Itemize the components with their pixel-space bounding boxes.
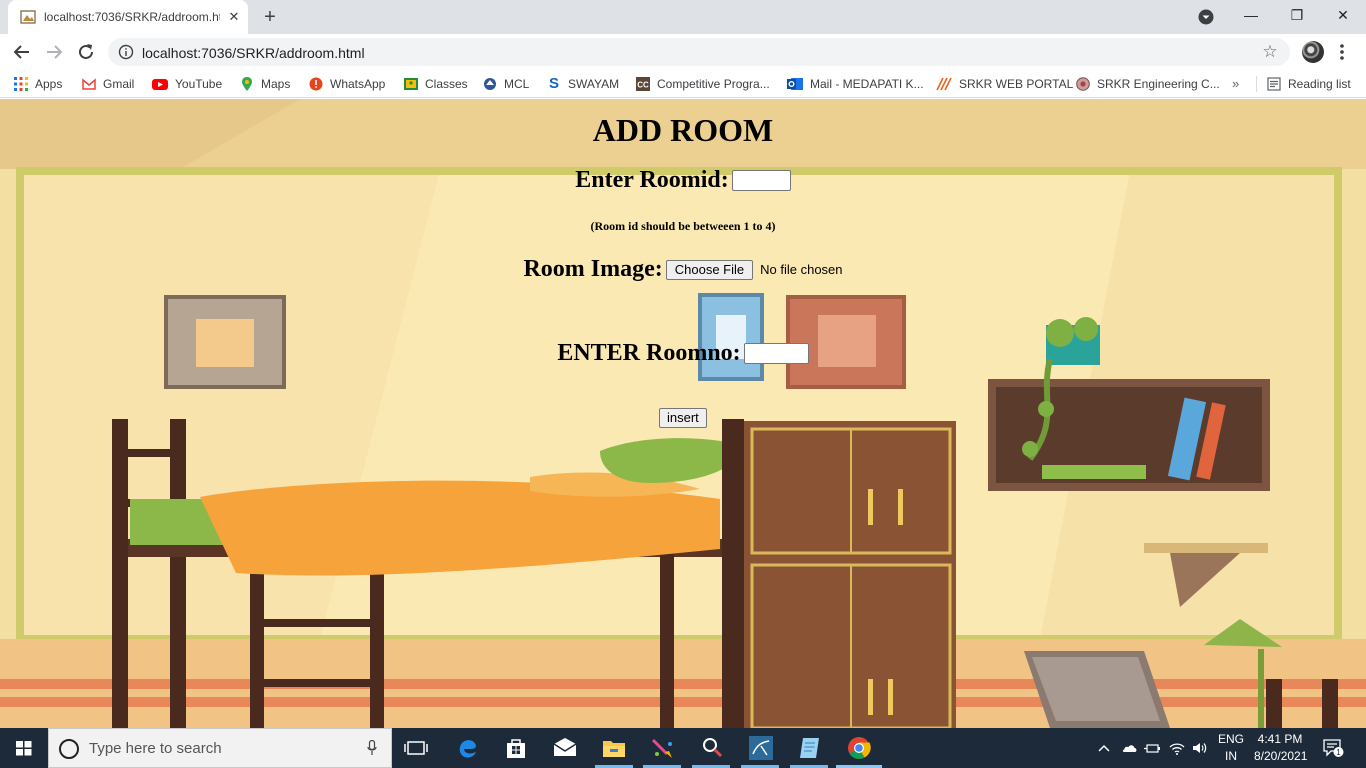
- roomno-label: ENTER Roomno:: [557, 340, 741, 366]
- page-viewport: ADD ROOM Enter Roomid: (Room id should b…: [0, 99, 1366, 728]
- edge-browser-icon[interactable]: [454, 734, 482, 762]
- youtube-icon: [152, 79, 168, 90]
- gmail-icon: [82, 78, 96, 90]
- room-image-label: Room Image:: [523, 256, 663, 282]
- roomno-input[interactable]: [743, 343, 809, 364]
- clock-time: 4:41 PM: [1257, 732, 1303, 746]
- room-image-row: Room Image: Choose File No file chosen: [0, 256, 1366, 283]
- mail-app-icon[interactable]: [551, 734, 579, 762]
- roomid-input[interactable]: [731, 170, 791, 191]
- notification-center-icon[interactable]: 1: [1322, 738, 1344, 758]
- browser-tab[interactable]: localhost:7036/SRKR/addroom.html ✕: [8, 0, 248, 34]
- bookmark-srkr-portal[interactable]: SRKR WEB PORTAL: [936, 75, 1073, 93]
- restore-button[interactable]: ❐: [1274, 0, 1320, 32]
- bookmark-star-icon[interactable]: ☆: [1260, 42, 1280, 62]
- bookmark-maps[interactable]: Maps: [240, 75, 290, 93]
- roomno-row: ENTER Roomno:: [0, 340, 1366, 367]
- file-explorer-icon[interactable]: [600, 734, 628, 762]
- bookmark-gmail[interactable]: Gmail: [82, 75, 134, 93]
- url-text: localhost:7036/SRKR/addroom.html: [142, 45, 365, 61]
- back-arrow-icon[interactable]: [9, 39, 35, 65]
- add-room-form: ADD ROOM Enter Roomid: (Room id should b…: [0, 99, 1366, 728]
- choose-file-button[interactable]: Choose File: [665, 259, 754, 280]
- bookmark-competitive[interactable]: CC Competitive Progra...: [636, 75, 770, 93]
- classroom-icon: [404, 78, 418, 90]
- taskbar-search-box[interactable]: Type here to search: [48, 728, 392, 768]
- srkr-college-icon: [1076, 77, 1090, 91]
- outlook-icon: [787, 78, 803, 90]
- whatsapp-icon: [309, 77, 323, 91]
- battery-plug-icon[interactable]: [1144, 739, 1162, 757]
- close-window-button[interactable]: ✕: [1320, 0, 1366, 32]
- notification-count-badge: 1: [1336, 748, 1341, 757]
- volume-icon[interactable]: [1191, 739, 1209, 757]
- codechef-icon: CC: [636, 77, 650, 91]
- insert-button[interactable]: insert: [659, 408, 707, 428]
- tab-strip: localhost:7036/SRKR/addroom.html ✕ + — ❐…: [0, 0, 1366, 34]
- mcl-icon: [484, 78, 496, 90]
- paint-app-icon[interactable]: [648, 734, 676, 762]
- tab-close-icon[interactable]: ✕: [225, 8, 243, 26]
- tab-search-icon[interactable]: [1198, 9, 1214, 25]
- page-favicon-icon: [20, 10, 36, 24]
- bookmark-whatsapp[interactable]: WhatsApp: [309, 75, 385, 93]
- bookmark-classes[interactable]: Classes: [404, 75, 468, 93]
- roomid-hint: (Room id should be betweeen 1 to 4): [590, 219, 776, 233]
- task-view-icon[interactable]: [402, 734, 430, 762]
- reading-list-button[interactable]: Reading list: [1267, 75, 1351, 93]
- chrome-icon[interactable]: [845, 734, 873, 762]
- browser-toolbar: localhost:7036/SRKR/addroom.html ☆: [0, 34, 1366, 70]
- forward-arrow-icon[interactable]: [41, 39, 67, 65]
- clock-date: 8/20/2021: [1254, 749, 1308, 763]
- microphone-icon[interactable]: [367, 740, 377, 756]
- address-bar[interactable]: localhost:7036/SRKR/addroom.html ☆: [108, 38, 1290, 66]
- bookmarks-overflow-button[interactable]: »: [1232, 76, 1239, 91]
- windows-taskbar: Type here to search ENG IN 4:41 PM 8/20/…: [0, 728, 1366, 768]
- input-language-indicator[interactable]: ENG IN: [1218, 731, 1244, 765]
- cortana-icon: [59, 739, 79, 759]
- profile-avatar[interactable]: [1302, 41, 1324, 63]
- bookmark-mail[interactable]: Mail - MEDAPATI K...: [787, 75, 924, 93]
- page-title: ADD ROOM: [592, 112, 774, 148]
- browser-menu-icon[interactable]: [1334, 40, 1350, 64]
- file-status-text: No file chosen: [760, 262, 843, 277]
- new-tab-button[interactable]: +: [258, 6, 282, 28]
- bookmark-youtube[interactable]: YouTube: [152, 75, 222, 93]
- mysql-workbench-icon[interactable]: [747, 734, 775, 762]
- reading-list-icon: [1267, 77, 1281, 91]
- magnifier-tool-icon[interactable]: [698, 734, 726, 762]
- tab-title: localhost:7036/SRKR/addroom.html: [44, 10, 220, 24]
- windows-start-icon[interactable]: [0, 728, 48, 768]
- apps-grid-icon: [14, 77, 28, 91]
- bookmarks-bar: Apps Gmail YouTube Maps WhatsApp Classes…: [0, 70, 1366, 98]
- bookmark-apps[interactable]: Apps: [14, 75, 62, 93]
- bookmark-mcl[interactable]: MCL: [483, 75, 529, 93]
- minimize-button[interactable]: —: [1228, 0, 1274, 32]
- swayam-icon: S: [548, 75, 559, 92]
- wifi-icon[interactable]: [1168, 739, 1186, 757]
- roomid-label: Enter Roomid:: [575, 167, 729, 193]
- notepad-app-icon[interactable]: [796, 734, 824, 762]
- maps-pin-icon: [242, 77, 252, 91]
- reload-icon[interactable]: [73, 39, 99, 65]
- bookmark-srkr-college[interactable]: SRKR Engineering C...: [1076, 75, 1220, 93]
- taskbar-search-placeholder: Type here to search: [89, 740, 222, 757]
- bookmark-swayam[interactable]: S SWAYAM: [547, 75, 619, 93]
- taskbar-clock[interactable]: 4:41 PM 8/20/2021: [1254, 731, 1308, 765]
- site-info-icon[interactable]: [118, 44, 134, 60]
- roomid-row: Enter Roomid:: [0, 167, 1366, 194]
- bookmarks-divider: [1256, 76, 1257, 92]
- microsoft-store-icon[interactable]: [502, 734, 530, 762]
- onedrive-cloud-icon[interactable]: [1120, 739, 1138, 757]
- tray-overflow-chevron-icon[interactable]: [1097, 739, 1111, 757]
- svg-text:CC: CC: [637, 81, 649, 90]
- srkr-portal-icon: [936, 77, 952, 91]
